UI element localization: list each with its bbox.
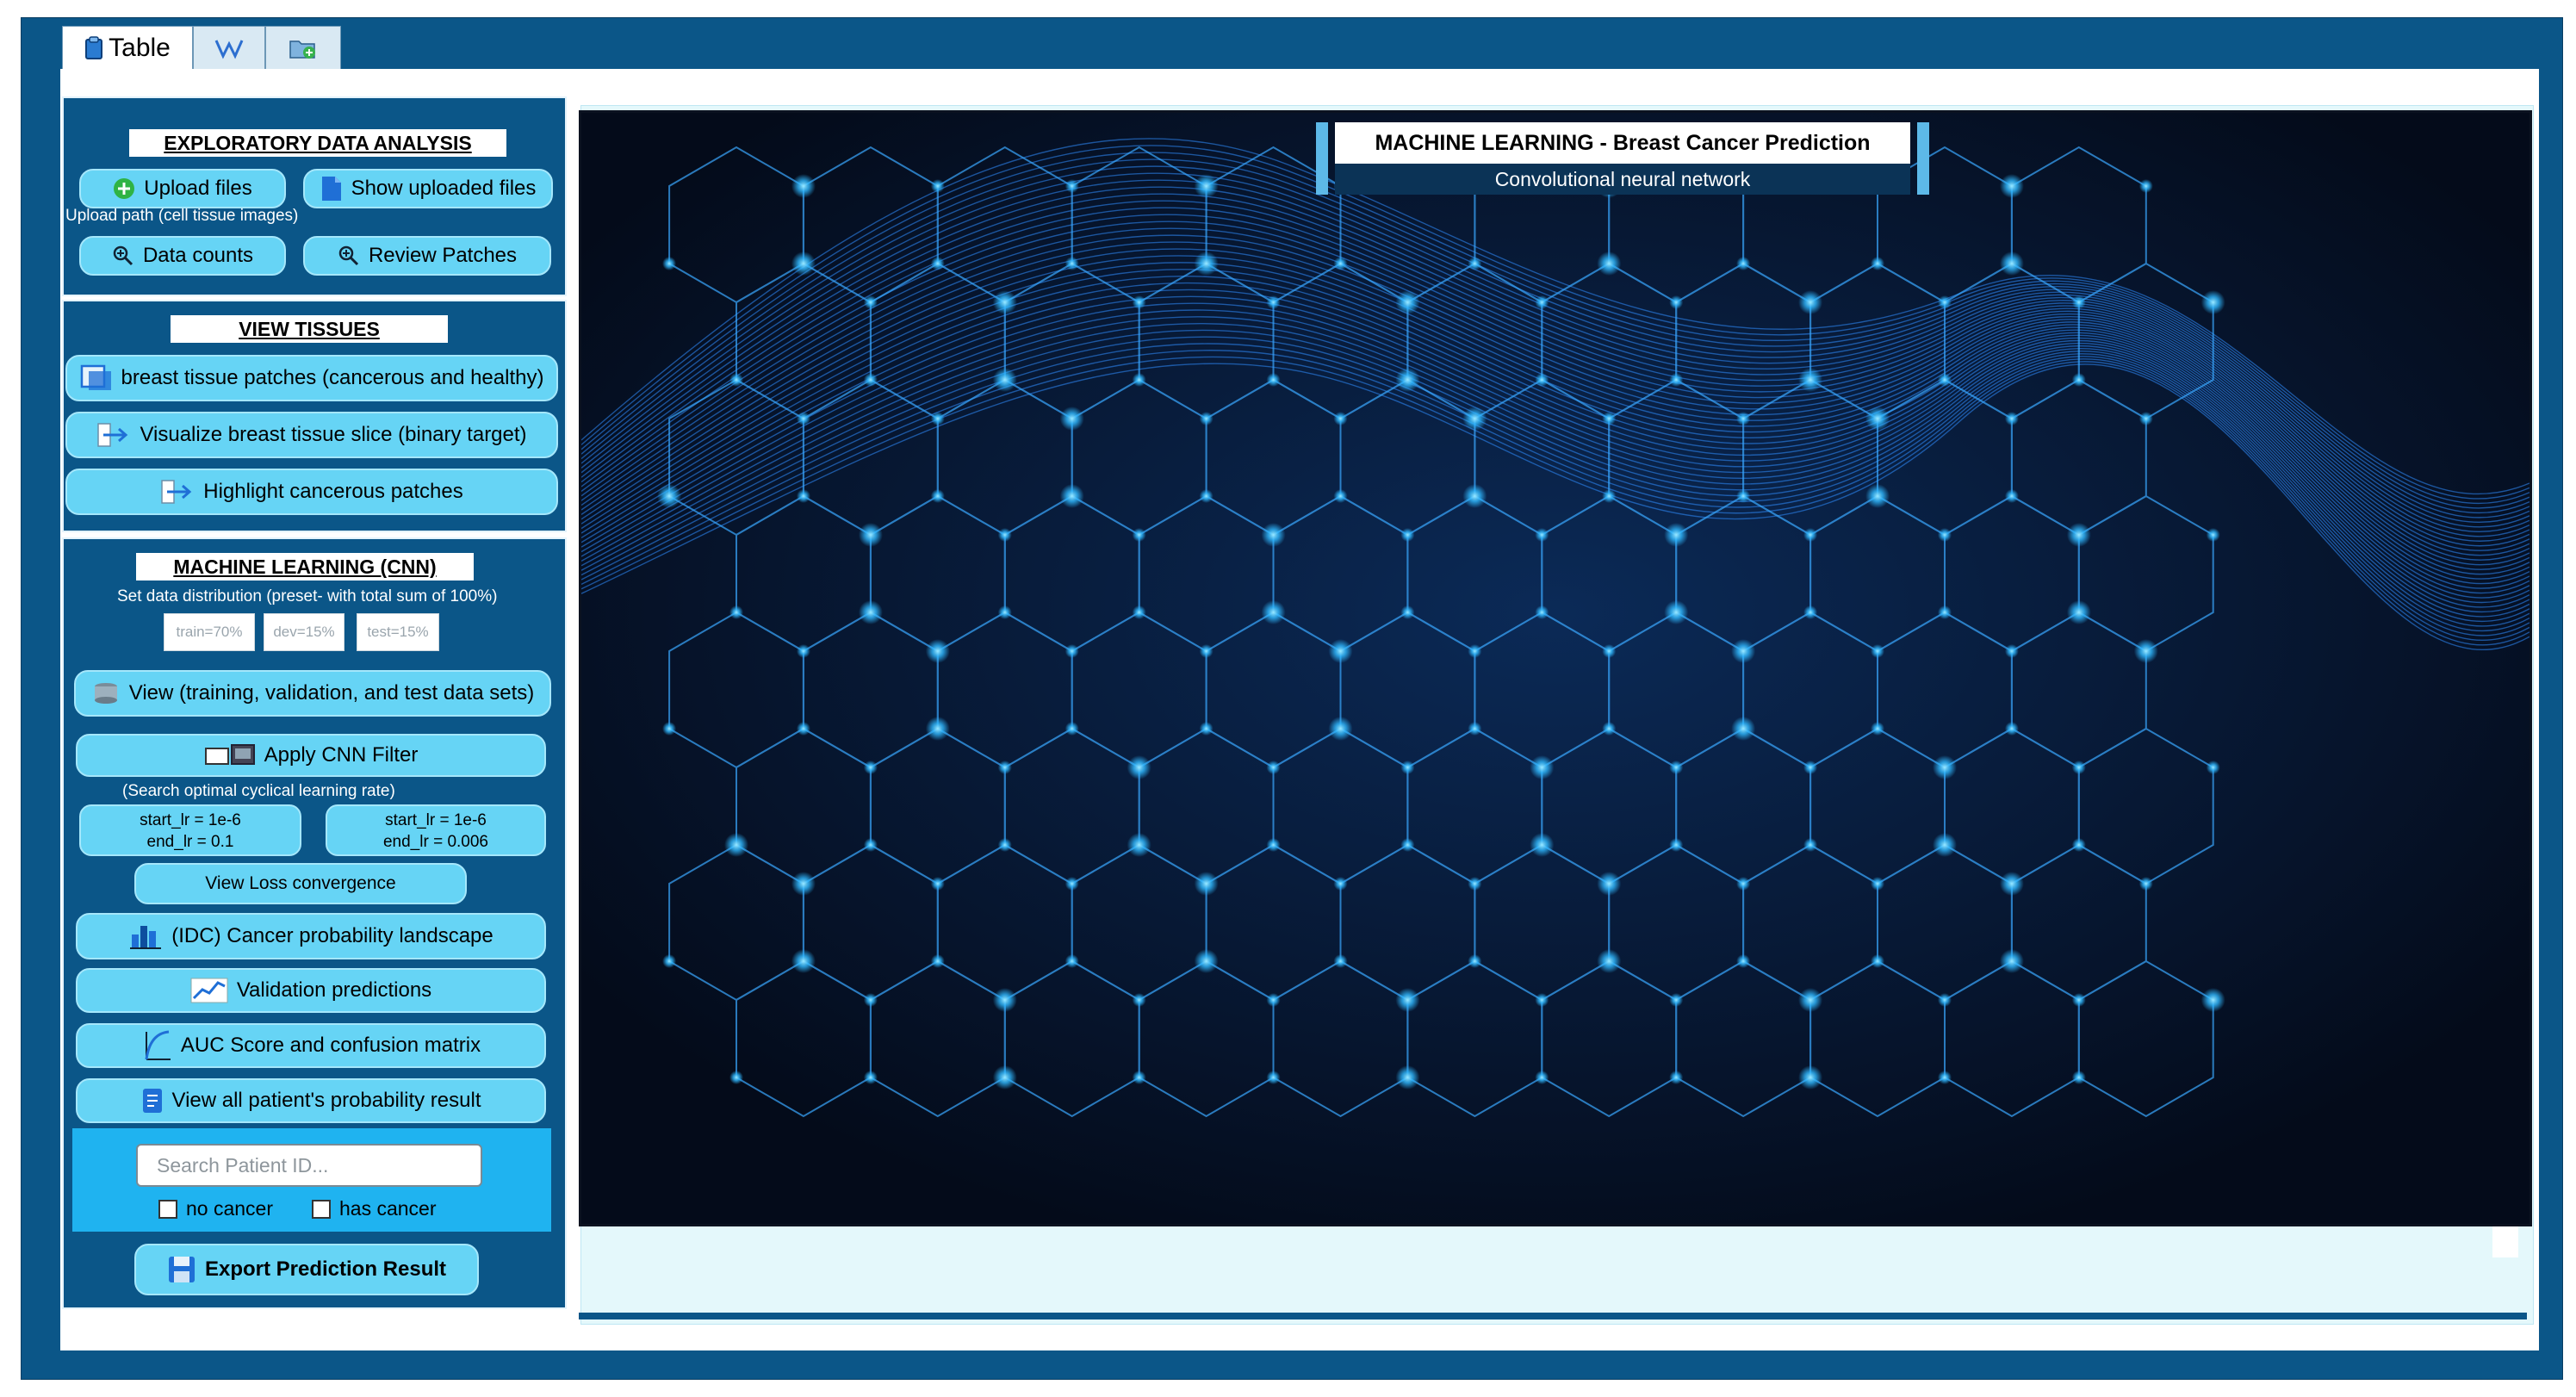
lr-range-2-start: start_lr = 1e-6: [385, 811, 487, 829]
lr-range-2[interactable]: start_lr = 1e-6 end_lr = 0.006: [326, 804, 546, 856]
magnifier-plus-icon: [338, 245, 360, 267]
view-loss-label: View Loss convergence: [205, 873, 396, 893]
lr-range-1-end: end_lr = 0.1: [146, 833, 234, 851]
show-uploaded-files-button[interactable]: Show uploaded files: [303, 169, 553, 208]
image-gallery-icon: [80, 364, 113, 392]
dev-split-field[interactable]: dev=15%: [264, 613, 345, 651]
hero-bottom-border: [579, 1313, 2527, 1319]
tissue-patches-label: breast tissue patches (cancerous and hea…: [121, 366, 544, 389]
lr-range-1[interactable]: start_lr = 1e-6 end_lr = 0.1: [79, 804, 301, 856]
upload-files-button[interactable]: Upload files: [79, 169, 286, 208]
patient-probability-button[interactable]: View all patient's probability result: [76, 1078, 546, 1123]
review-patches-label: Review Patches: [368, 244, 518, 267]
search-lr-text: (Search optimal cyclical learning rate): [122, 782, 395, 800]
roc-curve-icon: [141, 1028, 172, 1063]
data-counts-label: Data counts: [142, 244, 254, 267]
document-list-icon: [141, 1087, 164, 1114]
has-cancer-filter[interactable]: has cancer: [312, 1197, 437, 1220]
visualize-slice-button[interactable]: Visualize breast tissue slice (binary ta…: [65, 412, 558, 458]
tab-table-label: Table: [109, 33, 171, 62]
upload-files-label: Upload files: [144, 177, 252, 200]
highlight-cancerous-label: Highlight cancerous patches: [203, 480, 463, 503]
view-datasets-label: View (training, validation, and test dat…: [128, 681, 535, 705]
view-tissues-title: VIEW TISSUES: [171, 315, 448, 343]
eda-title: EXPLORATORY DATA ANALYSIS: [129, 129, 506, 157]
w-letter-icon: [214, 39, 244, 59]
export-prediction-label: Export Prediction Result: [204, 1257, 447, 1281]
arrow-right-icon: [96, 422, 131, 448]
apply-cnn-button[interactable]: Apply CNN Filter: [76, 734, 546, 777]
probability-landscape-label: (IDC) Cancer probability landscape: [171, 924, 493, 947]
distribution-text: Set data distribution (preset- with tota…: [117, 587, 498, 605]
auc-score-button[interactable]: AUC Score and confusion matrix: [76, 1023, 546, 1068]
folder-add-icon: [289, 40, 315, 59]
validation-predictions-label: Validation predictions: [236, 978, 432, 1002]
export-prediction-button[interactable]: Export Prediction Result: [134, 1244, 479, 1295]
has-cancer-checkbox[interactable]: [312, 1199, 331, 1219]
bar-chart-icon: [128, 922, 163, 950]
tab-table[interactable]: Table: [62, 26, 193, 69]
show-uploaded-files-label: Show uploaded files: [351, 177, 537, 200]
clipboard-icon: [85, 35, 103, 59]
title-accent-left: [1316, 122, 1328, 195]
view-loss-button[interactable]: View Loss convergence: [134, 863, 467, 904]
has-cancer-label: has cancer: [339, 1197, 437, 1220]
ml-title: MACHINE LEARNING (CNN): [136, 553, 474, 581]
lr-range-2-end: end_lr = 0.006: [382, 833, 488, 851]
no-cancer-checkbox[interactable]: [158, 1199, 177, 1219]
review-patches-button[interactable]: Review Patches: [303, 236, 551, 276]
hero-network-image: [579, 110, 2532, 1226]
hero-title: MACHINE LEARNING - Breast Cancer Predict…: [1335, 122, 1910, 164]
hero-title-card: MACHINE LEARNING - Breast Cancer Predict…: [1316, 122, 1929, 196]
upload-path-text: Upload path (cell tissue images): [65, 207, 299, 225]
train-split-field[interactable]: train=70%: [164, 613, 255, 651]
data-counts-button[interactable]: Data counts: [79, 236, 286, 276]
tab-folder[interactable]: [265, 26, 341, 69]
corner-panel: [2492, 1226, 2518, 1257]
patient-probability-label: View all patient's probability result: [171, 1089, 481, 1112]
test-split-field[interactable]: test=15%: [357, 613, 439, 651]
arrow-right-icon: [160, 479, 195, 505]
probability-landscape-button[interactable]: (IDC) Cancer probability landscape: [76, 913, 546, 959]
data-stack-icon: [91, 681, 121, 705]
lr-range-1-start: start_lr = 1e-6: [140, 811, 241, 829]
filter-window-icon: [204, 743, 256, 767]
no-cancer-label: no cancer: [186, 1197, 274, 1220]
apply-cnn-label: Apply CNN Filter: [264, 743, 419, 767]
auc-score-label: AUC Score and confusion matrix: [180, 1034, 481, 1057]
plus-circle-icon: [113, 177, 135, 200]
no-cancer-filter[interactable]: no cancer: [158, 1197, 273, 1220]
neural-network-graphic: [581, 113, 2529, 1224]
view-datasets-button[interactable]: View (training, validation, and test dat…: [74, 670, 551, 717]
tab-bar: Table: [62, 26, 341, 69]
tissue-patches-button[interactable]: breast tissue patches (cancerous and hea…: [65, 355, 558, 401]
hero-subtitle: Convolutional neural network: [1335, 164, 1910, 195]
title-accent-right: [1917, 122, 1929, 195]
save-disk-icon: [167, 1255, 196, 1284]
validation-predictions-button[interactable]: Validation predictions: [76, 968, 546, 1013]
visualize-slice-label: Visualize breast tissue slice (binary ta…: [140, 423, 527, 446]
line-chart-icon: [190, 978, 228, 1003]
tab-word[interactable]: [193, 26, 265, 69]
patient-search-input[interactable]: [136, 1144, 482, 1187]
document-icon: [320, 175, 343, 202]
magnifier-plus-icon: [112, 245, 134, 267]
highlight-cancerous-button[interactable]: Highlight cancerous patches: [65, 469, 558, 515]
